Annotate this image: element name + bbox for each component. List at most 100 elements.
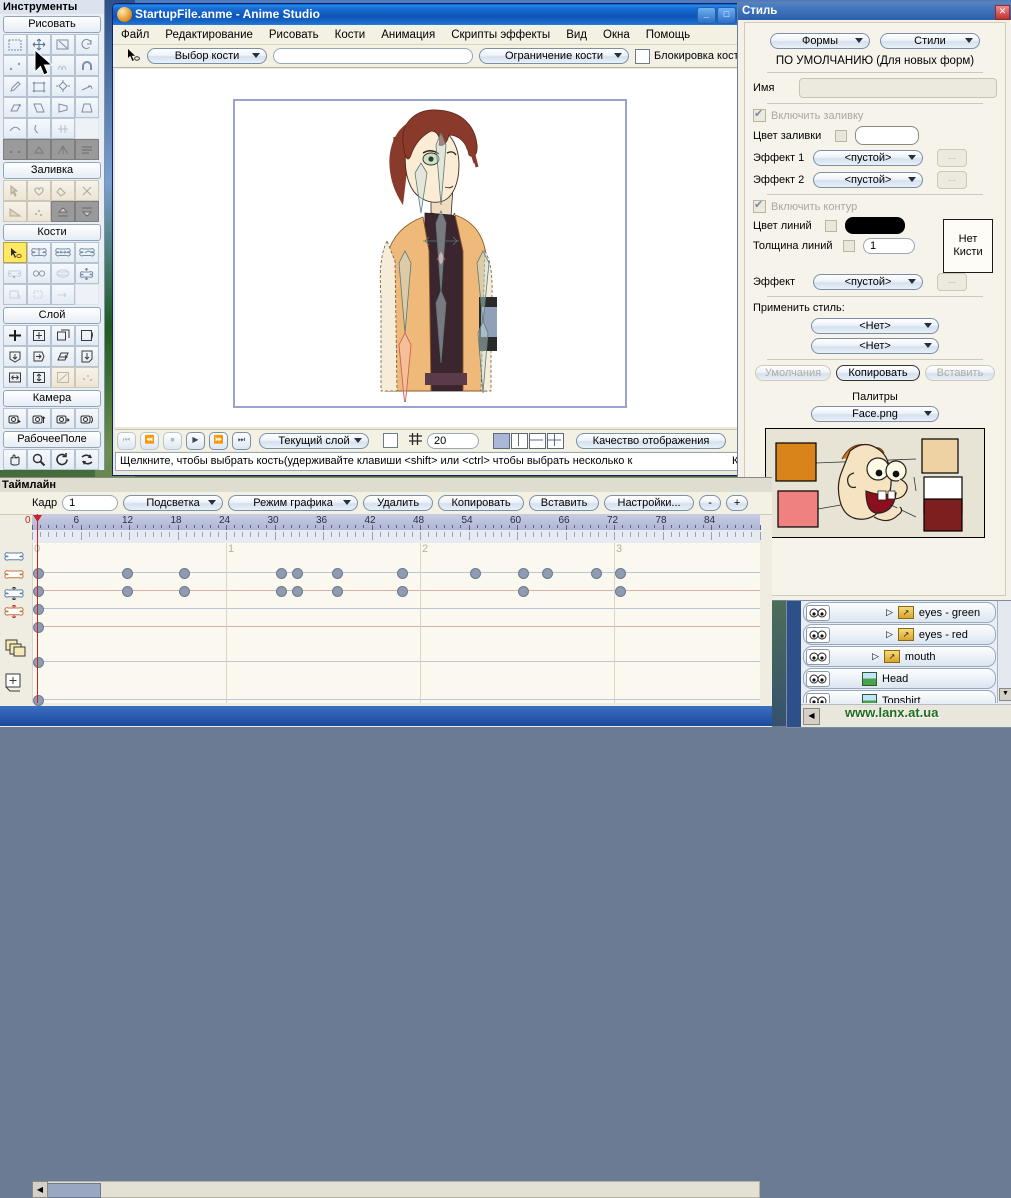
name-input[interactable] [799, 78, 997, 98]
display-quality-dropdown[interactable]: Качество отображения [576, 432, 726, 449]
layout-quad-button[interactable] [547, 432, 564, 449]
tool-set-origin[interactable] [51, 367, 75, 388]
tool-rotate-layer-x[interactable] [3, 346, 27, 367]
tool-shear-layer[interactable] [51, 346, 75, 367]
keyframe-marker[interactable] [332, 568, 344, 579]
keyframe-marker[interactable] [33, 622, 44, 633]
visibility-eye-icon[interactable] [806, 626, 830, 643]
visibility-eye-icon[interactable] [806, 670, 830, 687]
effect1-dropdown[interactable]: <пустой> [813, 150, 923, 166]
tool-width-tool[interactable] [75, 97, 99, 118]
layer-row-mouth[interactable]: ▷ ↗ mouth [803, 646, 996, 667]
tool-delete-edge[interactable] [75, 76, 99, 97]
visibility-eye-icon[interactable] [806, 604, 830, 621]
menu-item-help[interactable]: Помощь [638, 26, 698, 44]
tool-track-camera[interactable] [3, 408, 27, 429]
timeline-settings-button[interactable]: Настройки... [604, 495, 695, 511]
keyframe-marker[interactable] [33, 586, 44, 597]
keyframe-marker[interactable] [590, 568, 602, 579]
layer-row-topshirt[interactable]: Topshirt [803, 690, 996, 703]
tool-rotate-points[interactable] [75, 34, 99, 55]
tool-rotate-bone[interactable] [75, 242, 99, 263]
expander-icon[interactable]: ▷ [886, 607, 893, 618]
tool-sel-points-a[interactable] [3, 139, 27, 160]
tool-follow-path[interactable] [75, 367, 99, 388]
keyframe-marker[interactable] [469, 568, 481, 579]
frame-input[interactable]: 1 [62, 495, 119, 511]
menu-item-scripts[interactable]: Скрипты эффекты [443, 26, 558, 44]
visibility-eye-icon[interactable] [806, 692, 830, 703]
tool-scale-layer[interactable] [51, 325, 75, 346]
keyframe-marker[interactable] [518, 568, 529, 579]
go-end-button[interactable]: ⏭ [232, 431, 251, 450]
keyframe-marker[interactable] [121, 568, 133, 579]
timeline-playhead[interactable] [37, 514, 38, 703]
tool-gradient[interactable] [3, 201, 27, 222]
menu-item-animation[interactable]: Анимация [373, 26, 443, 44]
layer-row-head[interactable]: Head [803, 668, 996, 689]
lock-bone-checkbox[interactable]: Блокировка кости [635, 48, 745, 64]
delete-keys-button[interactable]: Удалить [363, 495, 434, 511]
keyframe-marker[interactable] [33, 695, 44, 706]
apply-style-dropdown-1[interactable]: <Нет> [811, 318, 939, 334]
visibility-eye-icon[interactable] [806, 648, 830, 665]
layout-hsplit-button[interactable] [529, 432, 546, 449]
tool-rotate-workspace[interactable] [51, 449, 75, 470]
line-color-toggle[interactable] [825, 219, 837, 232]
keyframe-marker[interactable] [291, 568, 303, 579]
zoom-in-button[interactable]: + [726, 495, 749, 511]
stop-button[interactable]: ⏹ [163, 431, 182, 450]
tool-translate-bone[interactable] [27, 242, 51, 263]
canvas-frame[interactable] [233, 99, 627, 408]
styles-dropdown[interactable]: Стили [880, 33, 980, 49]
tool-bend-points[interactable] [51, 97, 75, 118]
tool-raise-shape[interactable] [51, 201, 75, 222]
bone-select-dropdown[interactable]: Выбор кости [147, 48, 267, 64]
outline-enable-checkbox[interactable] [753, 198, 766, 213]
step-back-button[interactable]: ⏪ [140, 431, 159, 450]
keyframe-marker[interactable] [615, 568, 626, 579]
tool-add-layer[interactable] [3, 325, 27, 346]
tool-rotate-layer-y[interactable] [27, 346, 51, 367]
brush-preview-button[interactable]: Нет Кисти [943, 219, 993, 273]
layers-list[interactable]: ▷ ↗ eyes - green ▷ ↗ eyes - red ▷ ↗ mout… [801, 601, 998, 703]
tool-shear-points[interactable] [3, 97, 27, 118]
line-color-swatch[interactable] [845, 217, 905, 234]
tool-curve-tool[interactable] [3, 118, 27, 139]
keyframe-marker[interactable] [396, 586, 408, 597]
timeline-ruler[interactable]: 0 6 12 18 24 30 36 42 48 54 60 66 72 78 84 [25, 514, 761, 530]
outline-enable-row[interactable]: Включить контур [753, 198, 997, 213]
menu-item-file[interactable]: Файл [113, 26, 157, 44]
tool-magnet[interactable] [75, 55, 99, 76]
bone-constraint-dropdown[interactable]: Ограничение кости [479, 48, 629, 64]
onion-skin-checkbox[interactable] [383, 433, 398, 448]
keyframe-marker[interactable] [275, 568, 287, 579]
graph-mode-dropdown[interactable]: Режим графика [228, 495, 359, 511]
timeline-scroll-thumb[interactable] [47, 1183, 101, 1198]
tool-add-point[interactable] [3, 55, 27, 76]
defaults-button[interactable]: Умолчания [755, 365, 831, 381]
layout-vsplit-button[interactable] [511, 432, 528, 449]
keyframe-marker[interactable] [178, 568, 190, 579]
line-effect-browse-button[interactable]: ... [937, 273, 967, 291]
highlight-dropdown[interactable]: Подсветка [123, 495, 224, 511]
tool-bone-link[interactable] [27, 263, 51, 284]
keyframe-marker[interactable] [33, 604, 44, 615]
tool-reparent-bone[interactable] [51, 284, 75, 305]
menu-item-bones[interactable]: Кости [327, 26, 374, 44]
tool-line-tool[interactable] [27, 118, 51, 139]
tool-bind-layer[interactable] [3, 284, 27, 305]
menu-item-edit[interactable]: Редактирование [157, 26, 261, 44]
line-width-toggle[interactable] [843, 240, 855, 252]
tool-select-shape[interactable] [3, 180, 27, 201]
palette-image[interactable] [765, 428, 985, 538]
current-layer-dropdown[interactable]: Текущий слой [259, 432, 369, 449]
palette-file-dropdown[interactable]: Face.png [811, 406, 939, 422]
paste-keys-button[interactable]: Вставить [529, 495, 600, 511]
tool-sel-points-d[interactable] [75, 139, 99, 160]
expander-icon[interactable]: ▷ [886, 629, 893, 640]
tool-scale-bone[interactable] [51, 242, 75, 263]
effect2-browse-button[interactable]: ... [937, 171, 967, 189]
copy-keys-button[interactable]: Копировать [438, 495, 525, 511]
tool-paint-bucket[interactable] [51, 180, 75, 201]
